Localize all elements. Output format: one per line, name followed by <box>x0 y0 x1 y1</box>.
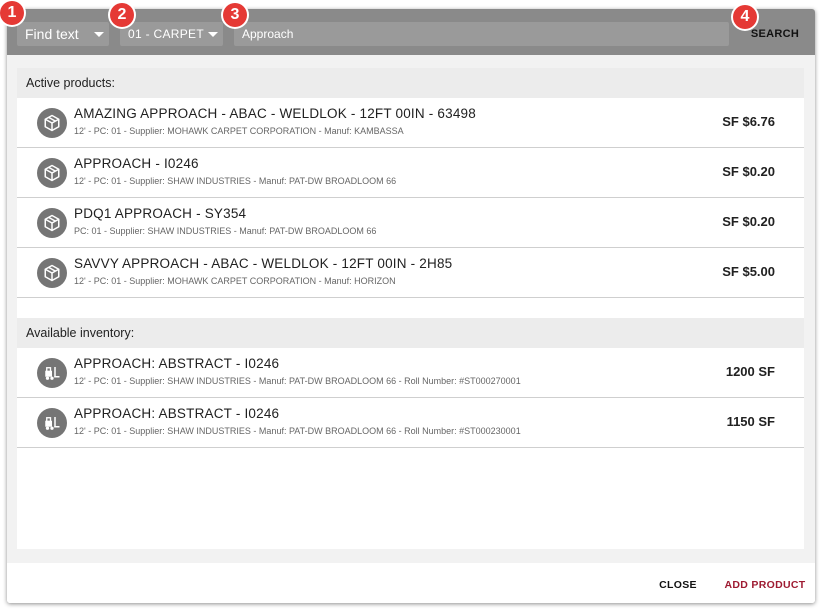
product-title: APPROACH - I0246 <box>74 156 199 171</box>
results-panel: Active products: AMAZING APPROACH - ABAC… <box>17 68 804 549</box>
product-row[interactable]: PDQ1 APPROACH - SY354 PC: 01 - Supplier:… <box>17 198 804 248</box>
find-product-dialog: Find text 01 - CARPET SEARCH Active prod… <box>7 9 815 603</box>
callout-badge-2: 2 <box>110 3 134 27</box>
box-icon <box>37 258 67 288</box>
callout-badge-3: 3 <box>223 3 247 27</box>
forklift-icon <box>37 408 67 438</box>
callout-badge-4: 4 <box>733 5 757 29</box>
close-button[interactable]: CLOSE <box>655 575 701 595</box>
product-price: SF $5.00 <box>722 264 775 279</box>
add-product-button[interactable]: ADD PRODUCT <box>723 575 807 595</box>
product-row[interactable]: APPROACH - I0246 12' - PC: 01 - Supplier… <box>17 148 804 198</box>
dialog-actions: CLOSE ADD PRODUCT <box>7 563 815 603</box>
available-inventory-header: Available inventory: <box>17 318 804 348</box>
inventory-quantity: 1150 SF <box>726 414 775 429</box>
product-row[interactable]: AMAZING APPROACH - ABAC - WELDLOK - 12FT… <box>17 98 804 148</box>
product-price: SF $0.20 <box>722 214 775 229</box>
category-label: 01 - CARPET <box>128 27 204 41</box>
chevron-down-icon <box>94 32 104 37</box>
box-icon <box>37 208 67 238</box>
chevron-down-icon <box>208 32 218 37</box>
product-details: 12' - PC: 01 - Supplier: SHAW INDUSTRIES… <box>74 176 397 186</box>
category-dropdown[interactable]: 01 - CARPET <box>120 22 223 46</box>
product-title: SAVVY APPROACH - ABAC - WELDLOK - 12FT 0… <box>74 256 453 271</box>
search-input[interactable] <box>234 22 729 46</box>
product-row[interactable]: SAVVY APPROACH - ABAC - WELDLOK - 12FT 0… <box>17 248 804 298</box>
inventory-details: 12' - PC: 01 - Supplier: SHAW INDUSTRIES… <box>74 426 521 436</box>
active-products-header: Active products: <box>17 68 804 98</box>
find-type-dropdown[interactable]: Find text <box>17 22 109 46</box>
find-type-label: Find text <box>25 26 79 42</box>
results-area: Active products: AMAZING APPROACH - ABAC… <box>7 55 815 563</box>
product-details: PC: 01 - Supplier: SHAW INDUSTRIES - Man… <box>74 226 377 236</box>
callout-badge-1: 1 <box>0 1 24 25</box>
box-icon <box>37 108 67 138</box>
inventory-title: APPROACH: ABSTRACT - I0246 <box>74 356 280 371</box>
inventory-details: 12' - PC: 01 - Supplier: SHAW INDUSTRIES… <box>74 376 521 386</box>
inventory-row[interactable]: APPROACH: ABSTRACT - I0246 12' - PC: 01 … <box>17 348 804 398</box>
product-price: SF $6.76 <box>722 114 775 129</box>
search-button[interactable]: SEARCH <box>745 24 805 44</box>
product-details: 12' - PC: 01 - Supplier: MOHAWK CARPET C… <box>74 126 404 136</box>
product-details: 12' - PC: 01 - Supplier: MOHAWK CARPET C… <box>74 276 396 286</box>
inventory-title: APPROACH: ABSTRACT - I0246 <box>74 406 280 421</box>
inventory-row[interactable]: APPROACH: ABSTRACT - I0246 12' - PC: 01 … <box>17 398 804 448</box>
product-title: PDQ1 APPROACH - SY354 <box>74 206 247 221</box>
inventory-quantity: 1200 SF <box>725 364 775 379</box>
box-icon <box>37 158 67 188</box>
forklift-icon <box>37 358 67 388</box>
product-price: SF $0.20 <box>722 164 775 179</box>
product-title: AMAZING APPROACH - ABAC - WELDLOK - 12FT… <box>74 106 476 121</box>
